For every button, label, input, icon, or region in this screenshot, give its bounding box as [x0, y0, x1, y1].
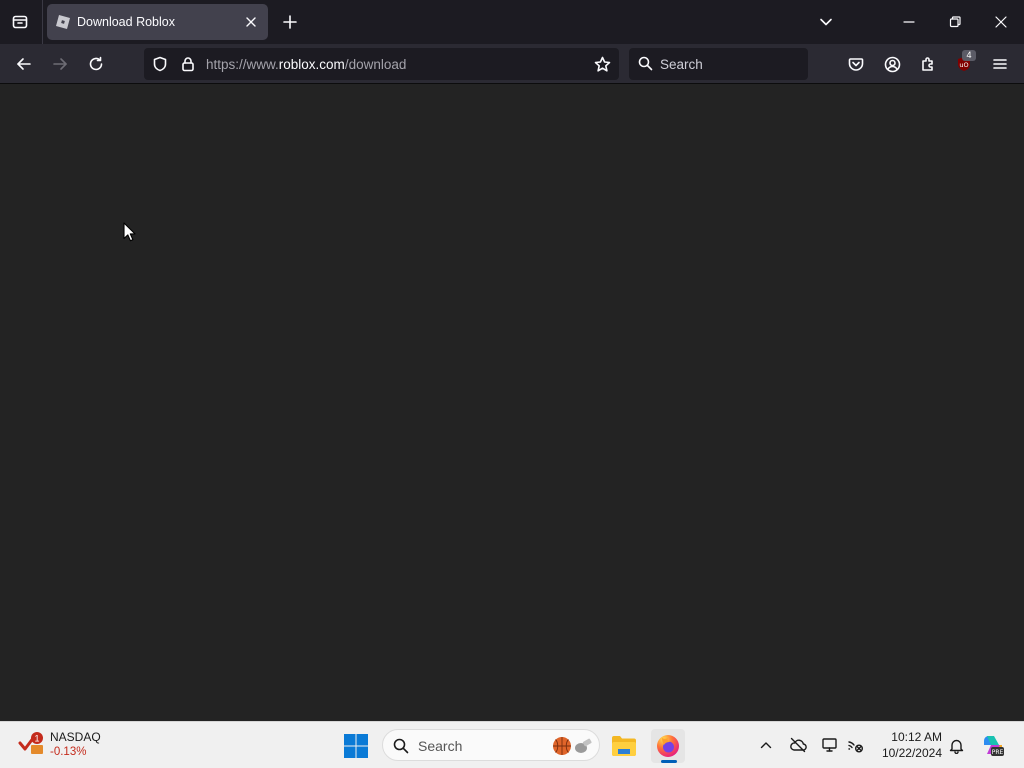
taskbar-search-box[interactable]: Search [382, 729, 600, 761]
basketball-icon [552, 736, 572, 756]
puzzle-piece-icon [920, 56, 936, 72]
reload-icon [88, 56, 104, 72]
hamburger-menu-icon [992, 56, 1008, 72]
search-icon [393, 738, 409, 754]
tab-download-roblox[interactable]: Download Roblox [47, 4, 268, 40]
tab-title: Download Roblox [77, 15, 175, 29]
tab-strip: Download Roblox [0, 0, 1024, 44]
windows-start-icon[interactable] [343, 733, 369, 759]
restore-icon [949, 16, 961, 28]
network-disconnected-icon[interactable] [844, 734, 866, 756]
firefox-view-button[interactable] [6, 8, 34, 36]
account-icon [884, 56, 901, 73]
navigation-toolbar: https://www.roblox.com/download Search u… [0, 44, 1024, 84]
chevron-down-icon [819, 15, 833, 29]
onedrive-offline-icon[interactable] [787, 734, 809, 756]
file-explorer-icon[interactable] [607, 729, 641, 763]
restore-button[interactable] [932, 0, 978, 44]
active-app-indicator [661, 760, 677, 763]
bookmark-star-icon[interactable] [594, 56, 611, 73]
extension-badge-count: 4 [962, 50, 976, 61]
account-button[interactable] [878, 50, 906, 78]
tab-separator [42, 0, 43, 44]
close-icon [995, 16, 1007, 28]
url-text[interactable]: https://www.roblox.com/download [206, 57, 406, 72]
copilot-icon[interactable]: PRE [979, 731, 1007, 759]
widget-badge: 1 [34, 734, 39, 744]
notifications-bell-icon[interactable] [945, 734, 967, 756]
taskbar-search-placeholder: Search [418, 738, 463, 754]
svg-text:uO: uO [959, 61, 968, 69]
whistle-icon [573, 736, 593, 756]
pocket-icon [848, 56, 864, 72]
clock-date[interactable]: 10/22/2024 [876, 746, 942, 760]
roblox-icon [56, 15, 70, 29]
stock-name[interactable]: NASDAQ [50, 730, 101, 744]
arrow-right-icon [52, 56, 68, 72]
search-bar[interactable]: Search [629, 48, 808, 80]
minimize-icon [903, 16, 915, 28]
minimize-button[interactable] [886, 0, 932, 44]
stock-change: -0.13% [50, 746, 87, 758]
plus-icon [283, 15, 297, 29]
windows-taskbar: 1 NASDAQ -0.13% Search 10:12 AM 10/22/20… [0, 721, 1024, 768]
new-tab-button[interactable] [277, 9, 303, 35]
list-all-tabs-button[interactable] [813, 9, 839, 35]
url-prefix: https://www. [206, 57, 279, 72]
mouse-pointer-icon [123, 222, 136, 242]
arrow-left-icon [16, 56, 32, 72]
search-icon [638, 56, 653, 71]
url-domain: roblox.com [278, 57, 345, 72]
firefox-icon[interactable] [651, 729, 685, 763]
stock-widget-icon[interactable]: 1 [18, 729, 46, 757]
page-content[interactable] [0, 85, 1024, 721]
forward-button[interactable] [46, 50, 74, 78]
search-placeholder: Search [660, 57, 703, 72]
close-tab-icon[interactable] [242, 13, 260, 31]
clock-time[interactable]: 10:12 AM [880, 730, 942, 744]
app-menu-button[interactable] [986, 50, 1014, 78]
display-icon[interactable] [819, 734, 841, 756]
tracking-protection-shield-icon[interactable] [152, 56, 168, 72]
url-bar[interactable]: https://www.roblox.com/download [144, 48, 619, 80]
svg-text:PRE: PRE [992, 749, 1004, 756]
extensions-button[interactable] [914, 50, 942, 78]
lock-icon[interactable] [180, 56, 196, 72]
back-button[interactable] [10, 50, 38, 78]
firefox-view-icon [12, 14, 28, 30]
close-window-button[interactable] [978, 0, 1024, 44]
show-hidden-icons-button[interactable] [755, 734, 777, 756]
chevron-up-icon [759, 738, 773, 752]
pocket-button[interactable] [842, 50, 870, 78]
reload-button[interactable] [82, 50, 110, 78]
url-path: /download [344, 57, 407, 72]
